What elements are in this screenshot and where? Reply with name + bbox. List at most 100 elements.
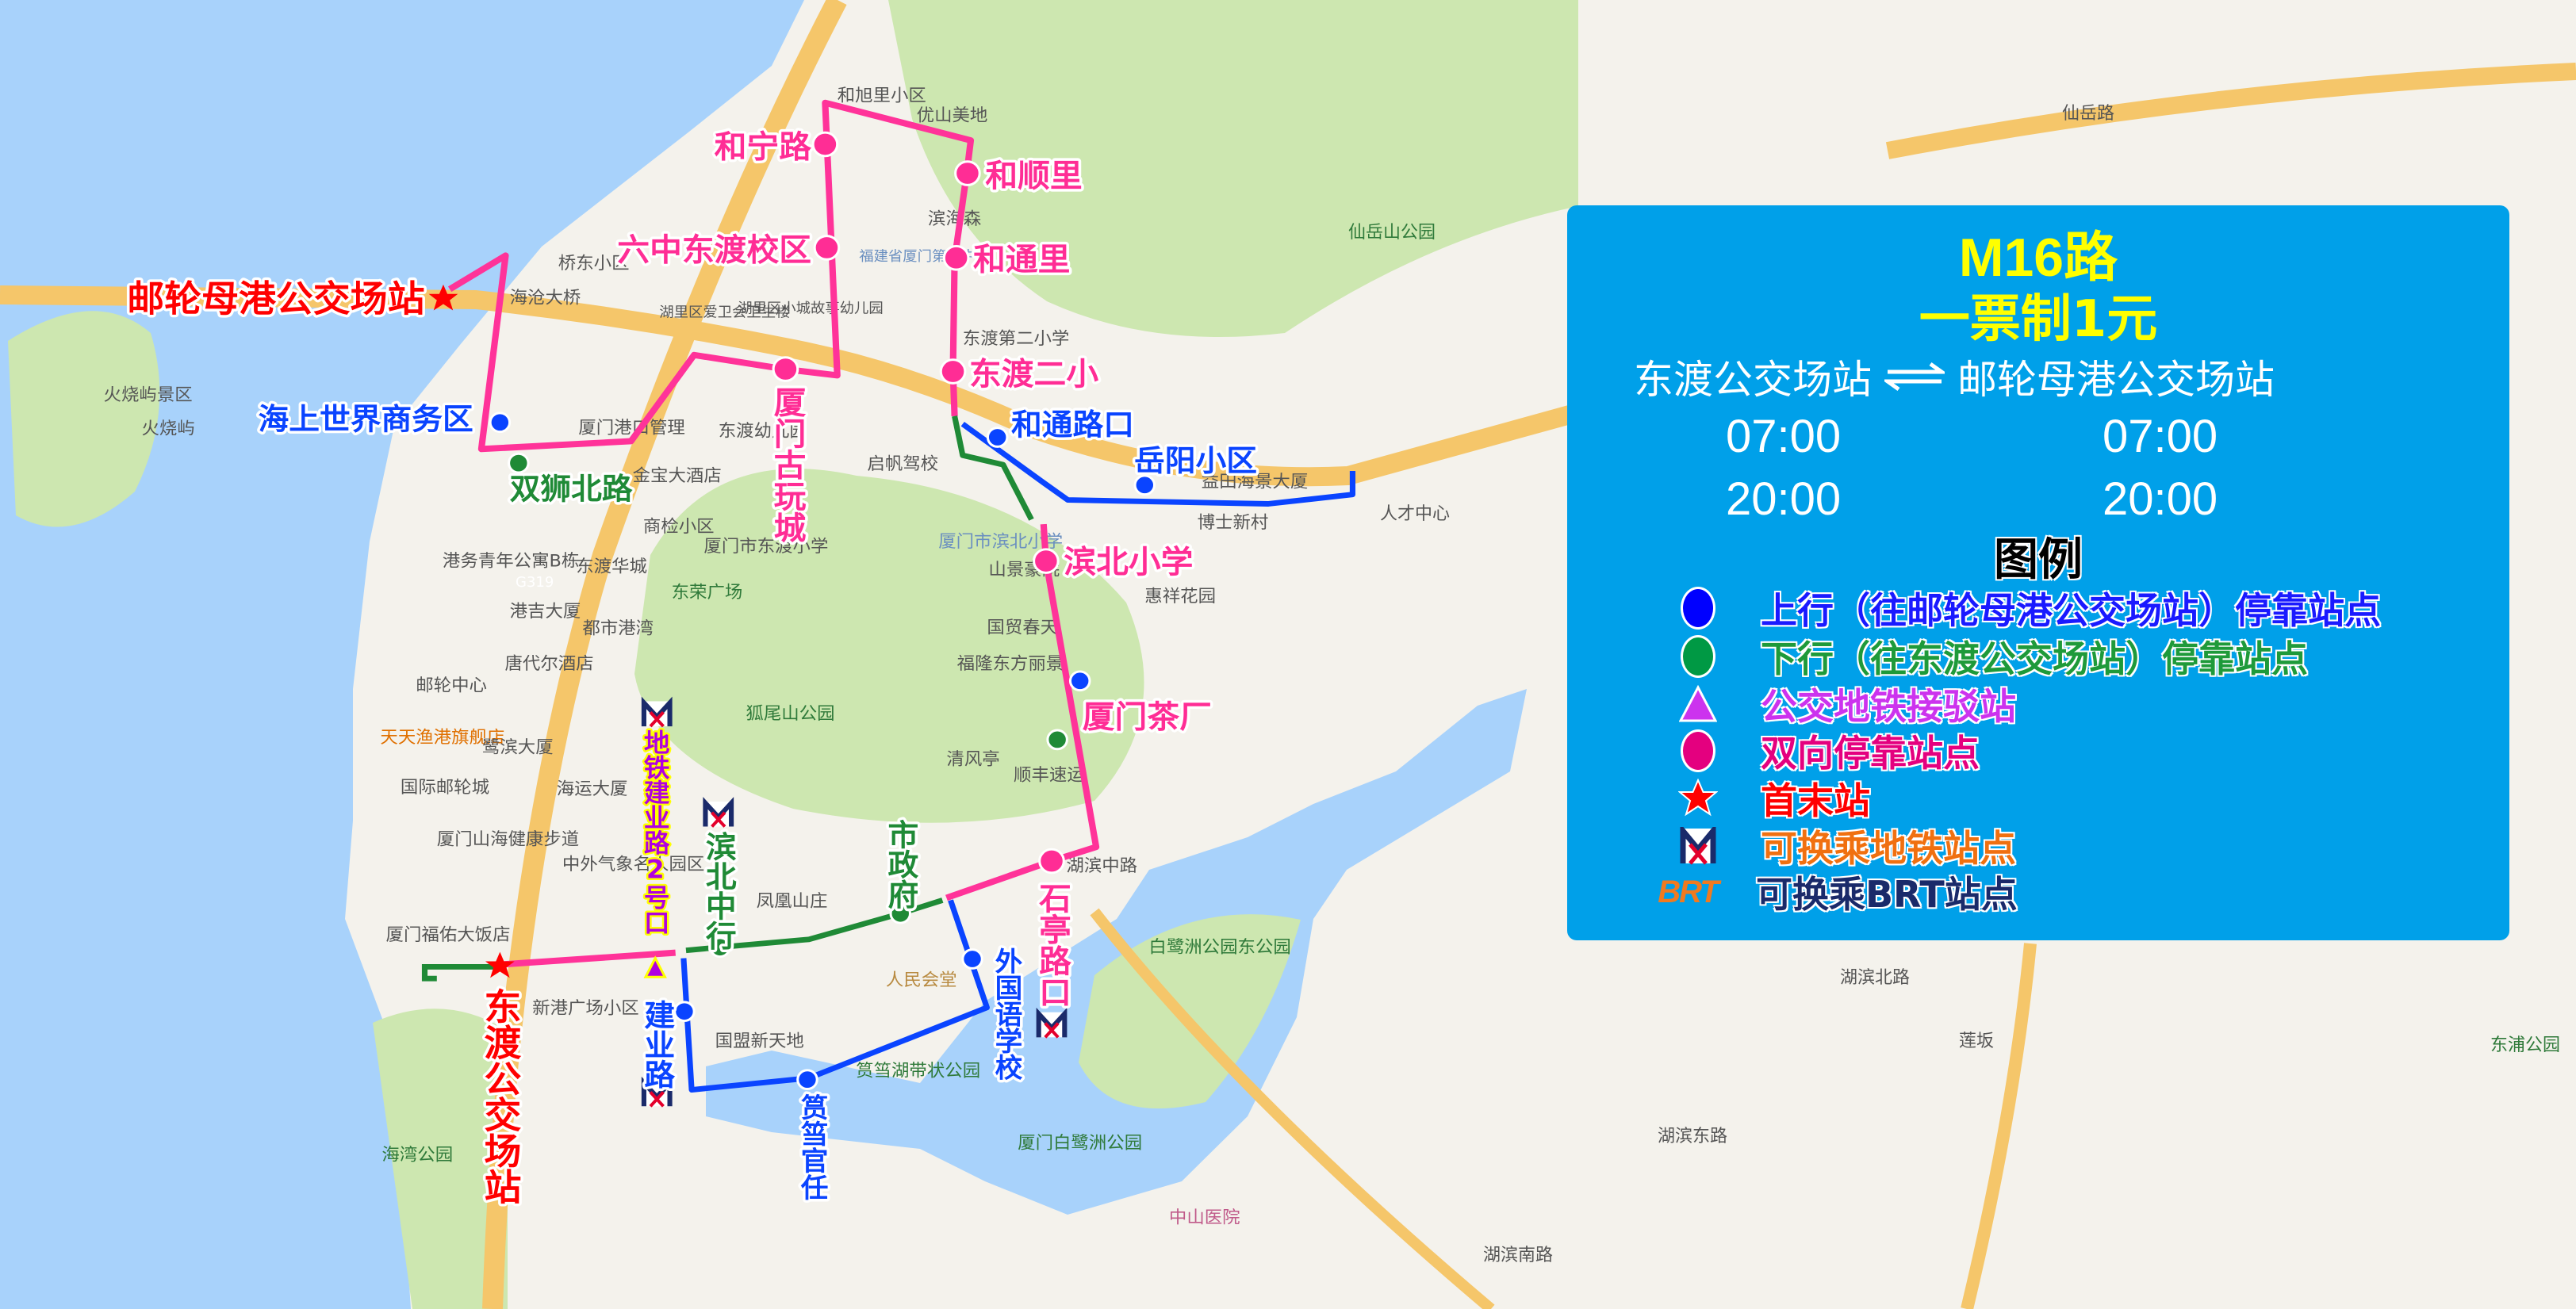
stop-label-jianye[interactable]: 建业路	[636, 997, 677, 1092]
green-circle-icon	[1681, 635, 1715, 678]
place-label: 国贸春天	[987, 618, 1058, 638]
stop-label-antique-city[interactable]: 厦门古玩城	[765, 384, 809, 546]
place-label: 火烧屿	[142, 419, 195, 439]
place-label: 顺丰速运	[1014, 765, 1085, 786]
legend-item-up: 上行（往邮轮母港公交场站）停靠站点	[1678, 586, 2381, 632]
place-label: 厦门福佑大饭店	[386, 924, 511, 945]
place-label: 厦门山海健康步道	[437, 829, 579, 850]
place-label: 海运大厦	[557, 779, 628, 799]
place-label: 福隆东方丽景	[957, 653, 1064, 674]
stop-label-city-gov[interactable]: 市政府	[880, 817, 921, 913]
stop-dot[interactable]	[961, 948, 983, 970]
route-terminals: 东渡公交场站 邮轮母港公交场站	[1634, 348, 2275, 405]
last-bus-a: 20:00	[1726, 473, 1842, 525]
stop-dot[interactable]	[1068, 670, 1091, 692]
place-label: 莲坂	[1959, 1032, 1994, 1051]
stop-label-dongdu-school[interactable]: 东渡二小	[966, 354, 1101, 395]
stop-label-dongdu-terminal[interactable]: 东渡公交场站	[475, 985, 524, 1207]
station-b: 邮轮母港公交场站	[1957, 357, 2275, 403]
place-label: 中外气象名人园区	[562, 854, 704, 875]
stop-label-yueyang[interactable]: 岳阳小区	[1132, 441, 1260, 480]
place-label: 鹭滨大厦	[482, 737, 554, 758]
stop-dot[interactable]	[508, 452, 530, 474]
stop-dot[interactable]	[772, 356, 799, 382]
route-info-panel: M16路 一票制1元 东渡公交场站 邮轮母港公交场站 07:00 20:00 0…	[1567, 205, 2509, 940]
place-label: 启帆驾校	[867, 454, 938, 474]
legend-label: 可换乘BRT站点	[1756, 873, 2018, 916]
bidirectional-arrows-icon	[1884, 362, 1945, 392]
place-label: 东浦公园	[2490, 1035, 2560, 1055]
last-bus-b: 20:00	[2103, 473, 2218, 525]
road-label: 仙岳路	[2062, 104, 2114, 124]
place-label: 仙岳山公园	[1348, 223, 1436, 243]
place-label: 港务青年公寓B栋	[443, 551, 579, 572]
place-label: 港吉大厦	[510, 601, 581, 622]
place-label: 厦门白鹭洲公园	[1018, 1133, 1142, 1154]
place-label: 清风亭	[946, 749, 999, 770]
stop-label-cruise-terminal[interactable]: 邮轮母港公交场站	[125, 275, 427, 323]
legend-label: 首末站	[1761, 779, 1870, 822]
stop-dot[interactable]	[954, 160, 981, 186]
metro-icon	[703, 797, 734, 828]
legend-label: 下行（往东渡公交场站）停靠站点	[1761, 637, 2308, 680]
place-label: 博士新村	[1198, 512, 1269, 533]
stop-label-shiting[interactable]: 石亭路口	[1030, 879, 1074, 1010]
stop-dot[interactable]	[673, 1001, 696, 1023]
legend-label: 上行（往邮轮母港公交场站）停靠站点	[1761, 589, 2381, 632]
stop-label-liuzhong[interactable]: 六中东渡校区	[615, 230, 815, 271]
place-label: 人才中心	[1380, 504, 1450, 524]
stop-label-hetong-kou[interactable]: 和通路口	[1008, 405, 1137, 445]
place-label: 海沧大桥	[510, 288, 581, 308]
station-a: 东渡公交场站	[1634, 357, 1872, 403]
brt-icon: BRT	[1658, 874, 1719, 909]
stop-dot[interactable]	[986, 427, 1009, 448]
stop-dot[interactable]	[1033, 548, 1060, 574]
legend-item-bidirectional: 双向停靠站点	[1678, 729, 1980, 775]
stop-label-hening[interactable]: 和宁路	[711, 127, 815, 168]
legend-title: 图例	[1994, 534, 2083, 586]
place-label: 金宝大酒店	[633, 465, 722, 486]
place-label: 湖滨南路	[1483, 1246, 1553, 1265]
first-bus-a: 07:00	[1726, 411, 1842, 462]
place-label: 厦门市东渡小学	[703, 536, 828, 557]
road-label: G319	[516, 574, 554, 591]
stop-dot[interactable]	[942, 244, 970, 271]
place-label: 中山医院	[1169, 1208, 1240, 1228]
place-label: 东渡第二小学	[963, 328, 1070, 349]
stop-dot[interactable]	[813, 235, 841, 261]
place-label: 人民会堂	[886, 970, 957, 990]
place-label: 新港广场小区	[532, 998, 639, 1019]
stop-label-shuangshi[interactable]: 双狮北路	[507, 469, 636, 509]
legend-label: 公交地铁接驳站	[1761, 685, 2016, 728]
stop-label-heshun[interactable]: 和顺里	[983, 155, 1085, 197]
legend-item-transfer: 公交地铁接驳站	[1678, 682, 2016, 728]
stop-label-binbei-bank[interactable]: 滨北中行	[698, 829, 739, 954]
place-label: 都市港湾	[582, 618, 654, 639]
stop-dot[interactable]	[1133, 474, 1156, 496]
place-label: 东荣广场	[672, 582, 743, 603]
pink-circle-icon	[1681, 729, 1715, 772]
stop-dot[interactable]	[489, 411, 512, 434]
stop-dot[interactable]	[939, 358, 967, 385]
legend-label: 双向停靠站点	[1761, 732, 1980, 775]
place-label: 福建省厦门第六中学	[859, 248, 990, 265]
stop-label-tea-factory[interactable]: 厦门茶厂	[1079, 697, 1214, 738]
place-label: 湖滨中路	[1066, 855, 1137, 876]
stop-dot[interactable]	[1046, 729, 1068, 751]
stop-label-metro-jianye[interactable]: 地铁建业路2号口	[638, 728, 673, 937]
first-bus-b: 07:00	[2103, 411, 2218, 462]
place-label: 湖滨东路	[1658, 1127, 1727, 1146]
stop-label-haishang[interactable]: 海上世界商务区	[255, 400, 476, 439]
place-label: 滨海森	[928, 209, 981, 229]
stop-dot[interactable]	[1038, 848, 1065, 875]
place-label: 筼筜湖带状公园	[856, 1061, 980, 1081]
place-label: 狐尾山公园	[746, 704, 834, 725]
stop-label-hetong[interactable]: 和通里	[971, 239, 1073, 281]
stop-label-foreign-school[interactable]: 外国语学校	[987, 944, 1025, 1083]
metro-icon	[641, 696, 673, 728]
stop-label-binbei-school[interactable]: 滨北小学	[1061, 542, 1196, 584]
stop-dot[interactable]	[811, 131, 839, 158]
stop-dot[interactable]	[796, 1069, 818, 1091]
place-label: 凤凰山庄	[757, 891, 828, 912]
stop-label-yundang[interactable]: 筼筜官任	[792, 1091, 831, 1203]
